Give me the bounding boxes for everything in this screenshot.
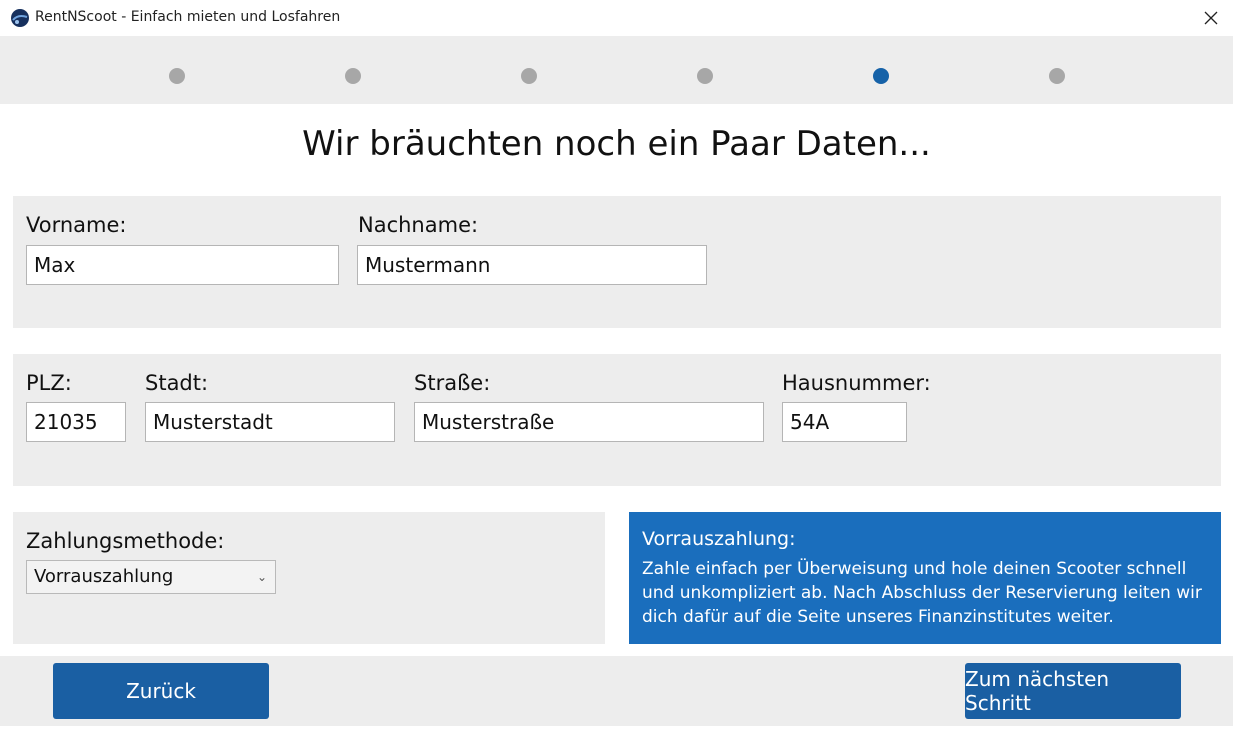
step-indicator-1 — [169, 68, 185, 84]
payment-method-label: Zahlungsmethode: — [26, 529, 225, 553]
step-indicator-3 — [521, 68, 537, 84]
progress-stepper — [0, 36, 1233, 104]
payment-info-title: Vorrauszahlung: — [642, 528, 796, 550]
close-window-button[interactable] — [1188, 0, 1233, 36]
footer-bar: Zurück Zum nächsten Schritt — [0, 656, 1233, 726]
first-name-label: Vorname: — [26, 213, 127, 237]
street-field[interactable]: Musterstraße — [414, 402, 764, 442]
window-title: RentNScoot - Einfach mieten und Losfahre… — [35, 9, 341, 25]
payment-info-box: Vorrauszahlung: Zahle einfach per Überwe… — [629, 512, 1221, 644]
address-panel: PLZ: 21035 Stadt: Musterstadt Straße: Mu… — [13, 354, 1221, 486]
zip-label: PLZ: — [26, 371, 72, 395]
step-indicator-6 — [1049, 68, 1065, 84]
house-number-label: Hausnummer: — [782, 371, 931, 395]
city-label: Stadt: — [145, 371, 209, 395]
step-indicator-2 — [345, 68, 361, 84]
payment-method-selected: Vorrauszahlung — [34, 566, 174, 587]
house-number-field[interactable]: 54A — [782, 402, 907, 442]
payment-panel: Zahlungsmethode: Vorrauszahlung ⌄ — [13, 512, 605, 644]
payment-info-text: Zahle einfach per Überweisung und hole d… — [642, 559, 1202, 627]
city-field[interactable]: Musterstadt — [145, 402, 395, 442]
last-name-field[interactable]: Mustermann — [357, 245, 707, 285]
step-indicator-4 — [697, 68, 713, 84]
first-name-field[interactable]: Max — [26, 245, 339, 285]
street-label: Straße: — [414, 371, 491, 395]
chevron-down-icon: ⌄ — [256, 570, 267, 584]
last-name-label: Nachname: — [358, 213, 479, 237]
step-indicator-5-active — [873, 68, 889, 84]
payment-method-select[interactable]: Vorrauszahlung ⌄ — [26, 560, 276, 594]
next-step-button[interactable]: Zum nächsten Schritt — [965, 663, 1181, 719]
page-heading: Wir bräuchten noch ein Paar Daten... — [302, 124, 931, 164]
title-bar: RentNScoot - Einfach mieten und Losfahre… — [0, 0, 1233, 36]
close-icon — [1204, 11, 1217, 25]
app-logo-icon — [10, 8, 30, 28]
name-panel: Vorname: Max Nachname: Mustermann — [13, 196, 1221, 328]
back-button[interactable]: Zurück — [53, 663, 269, 719]
zip-field[interactable]: 21035 — [26, 402, 126, 442]
